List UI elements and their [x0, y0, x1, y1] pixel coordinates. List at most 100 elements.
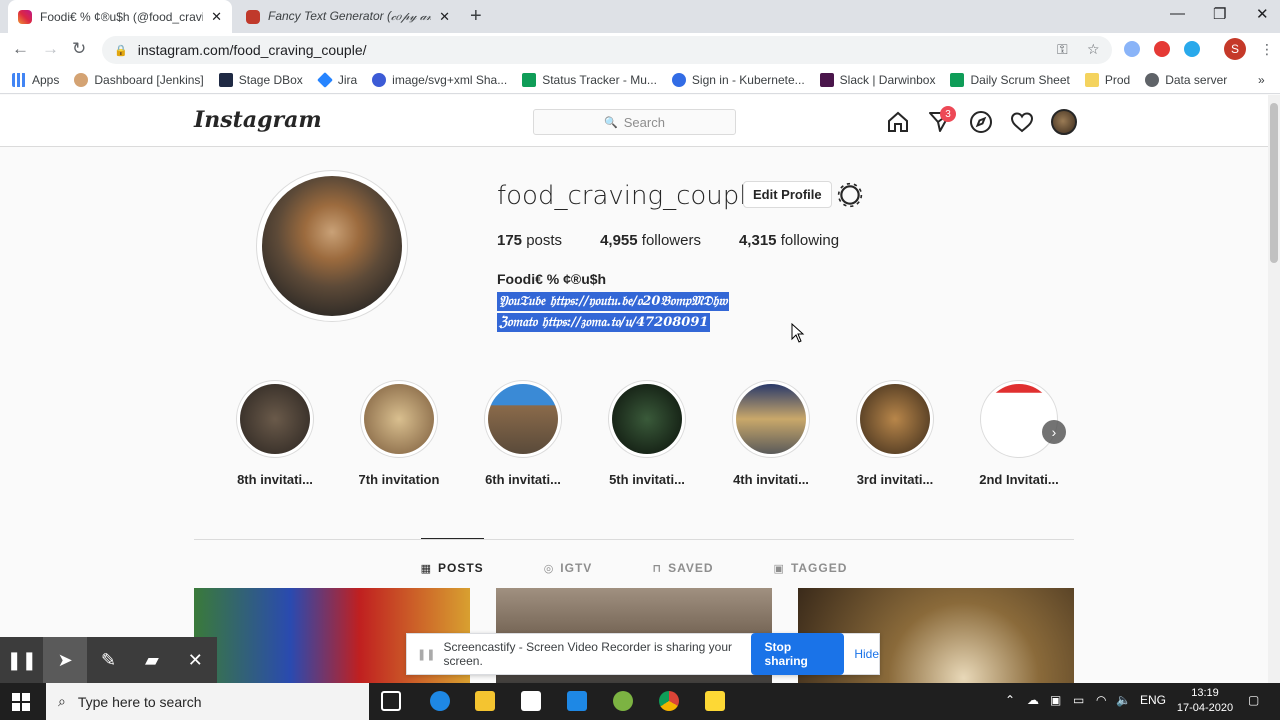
profile-photo [262, 176, 402, 316]
store-icon[interactable] [521, 691, 541, 711]
sticky-notes-icon[interactable] [705, 691, 725, 711]
key-icon[interactable]: ⚿ [1057, 41, 1068, 58]
tab-close-icon[interactable]: ✕ [211, 9, 222, 25]
slack-icon [819, 72, 834, 87]
task-view-icon[interactable] [381, 691, 401, 711]
chrome-profile-avatar[interactable]: S [1224, 38, 1246, 60]
highlight-item[interactable]: 4th invitati... [726, 380, 816, 487]
highlight-item[interactable]: 7th invitation [354, 380, 444, 487]
page-scrollbar[interactable] [1268, 95, 1280, 683]
edit-profile-button[interactable]: Edit Profile [743, 181, 832, 208]
profile-bio: 𝔜𝔬𝔲𝔗𝔲𝔟𝔢 𝔥𝔱𝔱𝔭𝔰://𝔶𝔬𝔲𝔱𝔲.𝔟𝔢/𝔬20𝔅𝔬𝔪𝔭𝔐𝔇𝔥𝔴 ℨ𝔬𝔪… [497, 292, 730, 334]
app-icon[interactable] [613, 691, 633, 711]
scrollbar-thumb[interactable] [1270, 103, 1278, 263]
profile-stats: 175 posts 4,955 followers 4,315 followin… [497, 232, 877, 249]
battery-icon[interactable]: ▭ [1073, 693, 1084, 707]
bookmark-slack[interactable]: Slack | Darwinbox [819, 72, 935, 87]
grid-icon: ▦ [420, 562, 432, 575]
language-indicator[interactable]: ENG [1140, 693, 1166, 707]
tray-app-icon[interactable]: ▣ [1050, 693, 1061, 707]
onedrive-icon[interactable]: ☁ [1027, 693, 1039, 707]
chrome-icon[interactable] [659, 691, 679, 711]
profile-avatar[interactable] [1051, 109, 1077, 135]
lock-icon: 🔒 [114, 44, 128, 57]
file-explorer-icon[interactable] [475, 691, 495, 711]
tab-fancy-text[interactable]: Fancy Text Generator (𝒸𝑜𝓅𝓎 𝒶𝓃𝒹 𝓅𝒶𝓈𝓉𝑒) ✕ [236, 0, 460, 33]
extension-icon[interactable] [1124, 41, 1140, 57]
highlight-item[interactable]: 8th invitati... [230, 380, 320, 487]
restore-button[interactable]: ❐ [1213, 5, 1226, 23]
bookmark-jira[interactable]: Jira [316, 71, 357, 88]
show-hidden-icons[interactable]: ⌃ [1005, 693, 1015, 707]
tab-instagram[interactable]: Foodi€ % ¢®u$h (@food_craving_couple) ✕ [8, 0, 232, 33]
bookmark-stage-dbox[interactable]: Stage DBox [218, 72, 303, 87]
star-icon[interactable]: ☆ [1087, 41, 1100, 58]
bookmark-data-server[interactable]: Data server [1145, 72, 1227, 87]
drag-handle-icon[interactable]: ❚❚ [417, 648, 435, 661]
bookmark-jenkins[interactable]: Dashboard [Jenkins] [74, 72, 204, 87]
tab-igtv[interactable]: ◎ IGTV [544, 539, 593, 579]
profile-picture[interactable] [256, 170, 408, 322]
posts-stat: 175 posts [497, 232, 563, 249]
sheets-icon [950, 72, 965, 87]
close-toolbar-button[interactable]: ✕ [174, 637, 217, 683]
tab-close-icon[interactable]: ✕ [439, 9, 450, 25]
minimize-button[interactable]: — [1170, 5, 1185, 22]
pen-tool-button[interactable]: ✎ [87, 637, 130, 683]
wifi-icon[interactable]: ◠ [1096, 693, 1106, 707]
edge-icon[interactable] [430, 691, 450, 711]
eraser-tool-button[interactable]: ▰ [130, 637, 173, 683]
screencastify-extension-icon[interactable] [1154, 41, 1170, 57]
profile-full-name: Foodi€ % ¢®u$h [497, 271, 607, 287]
following-stat[interactable]: 4,315 following [739, 232, 839, 249]
back-arrow-icon[interactable]: ← [12, 39, 29, 59]
profile-username: food_craving_couple [497, 181, 763, 211]
highlight-item[interactable]: 3rd invitati... [850, 380, 940, 487]
hide-button[interactable]: Hide [854, 647, 879, 661]
highlight-cover [240, 384, 310, 454]
bio-zomato-line: ℨ𝔬𝔪𝔞𝔱𝔬 𝔥𝔱𝔱𝔭𝔰://𝔷𝔬𝔪𝔞.𝔱𝔬/𝔲/47208091 [497, 313, 711, 332]
chrome-menu-icon[interactable]: ⋮ [1260, 41, 1274, 58]
search-input[interactable]: 🔍 Search [533, 109, 736, 135]
home-icon[interactable] [886, 110, 910, 134]
tab-posts[interactable]: ▦ POSTS [420, 538, 484, 579]
tab-tagged[interactable]: ▣ TAGGED [774, 539, 848, 579]
stop-sharing-button[interactable]: Stop sharing [750, 633, 845, 675]
instagram-logo[interactable]: Instagram [194, 107, 322, 133]
gear-icon[interactable] [837, 182, 863, 208]
sheets-icon [522, 72, 537, 87]
highlight-item[interactable]: 5th invitati... [602, 380, 692, 487]
notifications-icon[interactable]: ▢ [1248, 693, 1259, 707]
followers-stat[interactable]: 4,955 followers [600, 232, 701, 249]
globe-icon [1145, 72, 1160, 87]
more-bookmarks-button[interactable]: » [1258, 73, 1265, 87]
highlights-next-button[interactable]: › [1042, 420, 1066, 444]
reload-icon[interactable]: ↻ [72, 39, 86, 59]
bookmark-status-tracker[interactable]: Status Tracker - Mu... [522, 72, 657, 87]
explore-compass-icon[interactable] [969, 110, 993, 134]
mail-icon[interactable] [567, 691, 587, 711]
bookmarks-bar: Apps Dashboard [Jenkins] Stage DBox Jira… [0, 66, 1280, 94]
highlight-item[interactable]: 6th invitati... [478, 380, 568, 487]
pause-recording-button[interactable]: ❚❚ [0, 637, 43, 683]
instagram-favicon-icon [18, 9, 32, 24]
windows-start-icon[interactable] [12, 693, 30, 711]
close-window-button[interactable]: ✕ [1256, 5, 1269, 23]
pointer-tool-button[interactable]: ➤ [43, 637, 87, 683]
address-bar[interactable]: 🔒 instagram.com/food_craving_couple/ [102, 36, 1112, 64]
system-clock[interactable]: 13:19 17-04-2020 [1170, 686, 1240, 716]
volume-icon[interactable]: 🔈 [1116, 693, 1131, 707]
bookmark-prod[interactable]: Prod [1084, 72, 1130, 87]
kubernetes-icon [372, 72, 387, 87]
bookmark-kubernetes[interactable]: Sign in - Kubernete... [671, 72, 805, 87]
forward-arrow-icon[interactable]: → [42, 39, 59, 59]
tab-saved[interactable]: ⊓ SAVED [652, 539, 713, 579]
bookmark-svg[interactable]: image/svg+xml Sha... [372, 72, 507, 87]
new-tab-button[interactable]: + [470, 5, 482, 28]
activity-heart-icon[interactable] [1010, 110, 1034, 134]
taskbar-search-input[interactable]: ⌕ Type here to search [46, 683, 369, 720]
bookmark-scrum-sheet[interactable]: Daily Scrum Sheet [950, 72, 1070, 87]
telegram-extension-icon[interactable] [1184, 41, 1200, 57]
bookmark-apps[interactable]: Apps [12, 72, 59, 87]
fancy-text-favicon-icon [246, 9, 260, 24]
